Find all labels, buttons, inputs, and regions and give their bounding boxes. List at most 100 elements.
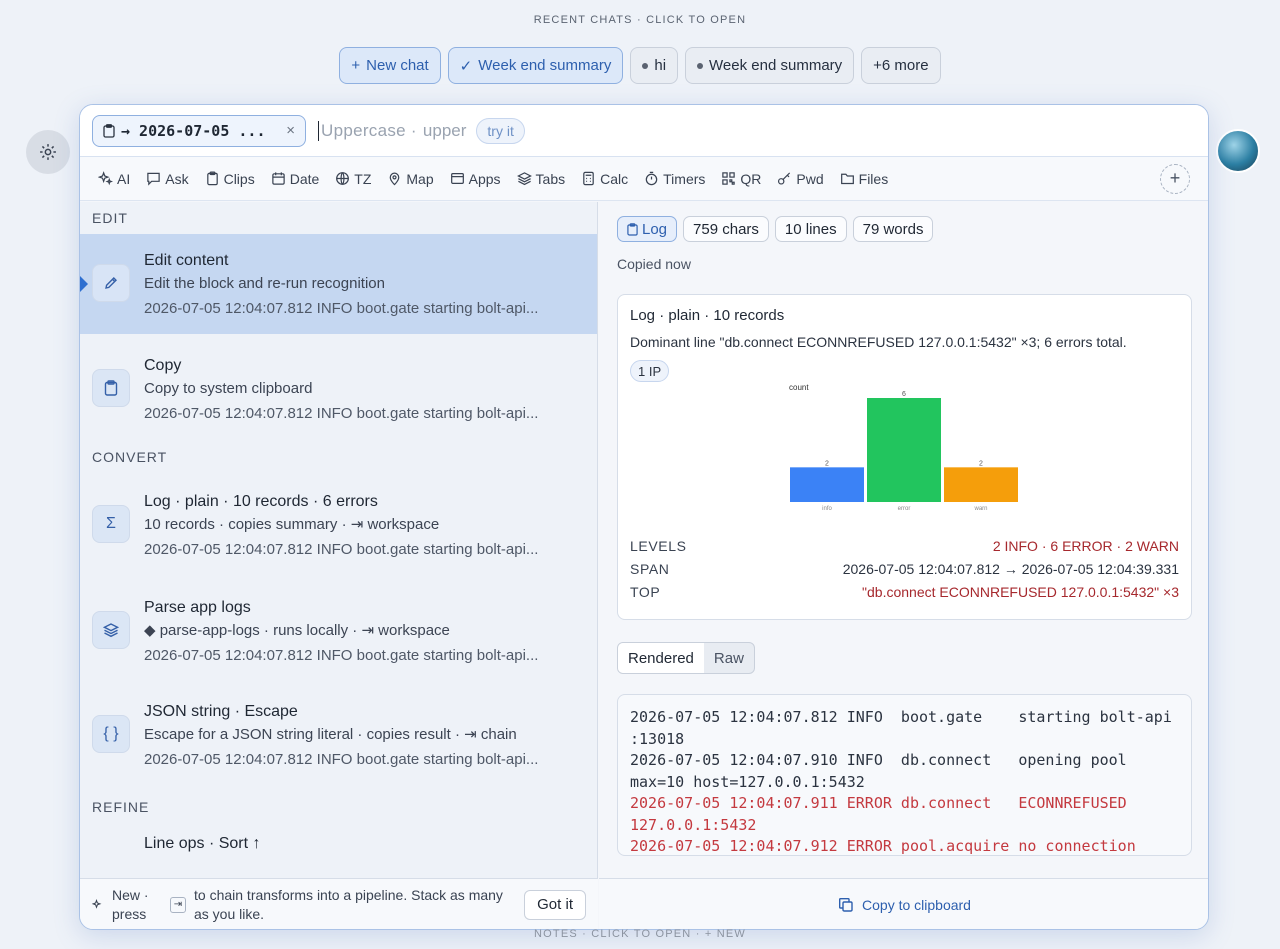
tool-calc[interactable]: Calc: [581, 171, 628, 187]
tip-text: to chain transforms into a pipeline. Sta…: [194, 886, 503, 922]
search-placeholder[interactable]: Uppercase ·: [321, 121, 417, 141]
got-it-button[interactable]: Got it: [524, 889, 586, 920]
kv-levels: LEVELS 2 INFO · 6 ERROR · 2 WARN: [630, 537, 1179, 554]
toolbar: AI Ask Clips Date TZ Map Apps Tabs Calc …: [80, 157, 1208, 201]
action-json-escape[interactable]: { } JSON string · Escape Escape for a JS…: [80, 685, 597, 791]
raw-log-line: 2026-07-05 12:04:07.812 INFO boot.gate s…: [630, 708, 1172, 726]
notes-caption: NOTES · CLICK TO OPEN · + NEW: [534, 928, 746, 940]
folder-icon: [840, 173, 854, 185]
tool-qr[interactable]: QR: [721, 171, 761, 187]
plus-icon: +: [351, 57, 361, 74]
action-log-summary[interactable]: Σ Log · plain · 10 records · 6 errors 10…: [80, 475, 597, 581]
raw-log-line: 2026-07-05 12:04:07.911 ERROR db.connect…: [630, 794, 1127, 812]
copy-to-clipboard-button[interactable]: Copy to clipboard: [599, 878, 1208, 929]
clipboard-icon: [627, 222, 638, 236]
tip-press-label: press: [112, 905, 147, 922]
clipboard-icon: [92, 369, 130, 407]
chat-chip-week-end-summary-active[interactable]: ✓ Week end summary: [447, 47, 624, 84]
avatar[interactable]: [1216, 129, 1260, 173]
plus-icon: +: [1169, 168, 1181, 188]
main-panel: → 2026-07-05 ... × Uppercase · upper try…: [79, 104, 1209, 930]
qr-icon: [722, 172, 736, 185]
pin-icon: [390, 172, 400, 186]
chart-tick-label: warn: [973, 506, 987, 512]
action-copy[interactable]: Copy Copy to system clipboard 2026-07-05…: [80, 339, 597, 439]
chart-bar: [867, 398, 941, 502]
chat-icon: [147, 172, 160, 186]
close-icon[interactable]: ×: [286, 122, 295, 139]
dot-icon: [697, 62, 704, 69]
clipboard-icon: [103, 123, 115, 138]
raw-log-line: 2026-07-05 12:04:07.910 INFO db.connect …: [630, 751, 1127, 769]
add-tool-button[interactable]: +: [1160, 163, 1190, 194]
sparkle-icon: [98, 171, 113, 186]
action-parse-app-logs[interactable]: Parse app logs ◆ parse-app-logs · runs l…: [80, 581, 597, 685]
tab-rendered[interactable]: Rendered: [618, 643, 704, 673]
search-placeholder-hint: upper: [422, 120, 467, 140]
settings-button[interactable]: [26, 130, 70, 174]
more-chats-chip[interactable]: +6 more: [861, 47, 941, 84]
source-chip[interactable]: → 2026-07-05 ... ×: [92, 114, 306, 147]
chart-tick-label: error: [898, 506, 911, 512]
card-title: Log · plain · 10 records: [630, 307, 785, 324]
raw-log-line: 127.0.0.1:5432: [630, 815, 757, 834]
braces-icon: { }: [92, 715, 130, 753]
copy-icon: [839, 897, 853, 912]
tool-apps[interactable]: Apps: [450, 171, 501, 187]
key-icon: [778, 172, 791, 185]
chart-data-label: 2: [979, 460, 983, 467]
action-edit-content[interactable]: Edit content Edit the block and re-run r…: [80, 234, 597, 334]
tab-raw[interactable]: Raw: [704, 643, 754, 673]
source-chip-label: → 2026-07-05 ...: [121, 121, 266, 140]
tool-timers[interactable]: Timers: [644, 171, 705, 187]
layers-icon: [92, 611, 130, 649]
tool-ask[interactable]: Ask: [146, 171, 189, 187]
pipeline-tip: New · press ⇥ to chain transforms into a…: [80, 878, 598, 929]
log-summary-card: Log · plain · 10 records Dominant line "…: [617, 294, 1192, 620]
tool-pwd[interactable]: Pwd: [777, 171, 824, 187]
tool-ai[interactable]: AI: [98, 171, 130, 187]
section-refine: REFINE: [92, 799, 150, 815]
new-chat-chip[interactable]: + New chat: [339, 47, 441, 84]
copied-status: Copied now: [617, 256, 691, 272]
search-bar: → 2026-07-05 ... × Uppercase · upper try…: [80, 105, 1208, 157]
chart-bar: [944, 467, 1018, 502]
window-icon: [450, 173, 464, 184]
clipboard-icon: [206, 171, 218, 186]
kv-top: TOP "db.connect ECONNREFUSED 127.0.0.1:54…: [630, 583, 1179, 600]
kv-span: SPAN 2026-07-05 12:04:07.812 → 2026-07-05…: [630, 560, 1179, 577]
gear-icon: [40, 144, 56, 160]
try-it-chip[interactable]: try it: [476, 117, 525, 144]
words-badge: 79 words: [852, 216, 934, 242]
sparkle-icon: [92, 898, 102, 909]
chat-chip-week-end-summary[interactable]: Week end summary: [685, 47, 855, 84]
tool-map[interactable]: Map: [387, 171, 434, 187]
view-toggle: Rendered Raw: [617, 642, 755, 674]
raw-log-line: 2026-07-05 12:04:07.912 ERROR pool.acqui…: [630, 837, 1136, 855]
globe-icon: [336, 172, 350, 185]
tool-tz[interactable]: TZ: [335, 171, 371, 187]
actions-list: EDIT Edit content Edit the block and re-…: [80, 202, 598, 882]
tool-tabs[interactable]: Tabs: [516, 171, 565, 187]
tool-date[interactable]: Date: [271, 171, 319, 187]
tool-clips[interactable]: Clips: [205, 171, 255, 187]
chart-data-label: 6: [902, 391, 906, 398]
raw-log-line: max=10 host=127.0.0.1:5432: [630, 772, 865, 791]
chart-bar: [790, 467, 864, 502]
stats-row: Log 759 chars 10 lines 79 words: [617, 216, 1192, 242]
tip-new-label: New ·: [112, 886, 149, 903]
tool-files[interactable]: Files: [840, 171, 888, 187]
calendar-icon: [271, 172, 285, 185]
section-edit: EDIT: [92, 210, 128, 226]
chart-data-label: 2: [825, 460, 829, 467]
text-caret: [318, 120, 319, 141]
action-line-ops[interactable]: Line ops · Sort ↑: [80, 823, 597, 873]
detail-pane: Log 759 chars 10 lines 79 words Copied n…: [599, 202, 1208, 882]
sigma-icon: Σ: [92, 505, 130, 543]
ip-chip[interactable]: 1 IP: [630, 360, 670, 382]
raw-log-view[interactable]: 2026-07-05 12:04:07.812 INFO boot.gate s…: [617, 694, 1192, 856]
chat-chip-hi[interactable]: hi: [630, 47, 679, 84]
type-chip-log[interactable]: Log: [617, 216, 678, 242]
dot-icon: [642, 62, 649, 69]
recent-chats-row: + New chat ✓ Week end summary hi Week end …: [0, 47, 1280, 84]
